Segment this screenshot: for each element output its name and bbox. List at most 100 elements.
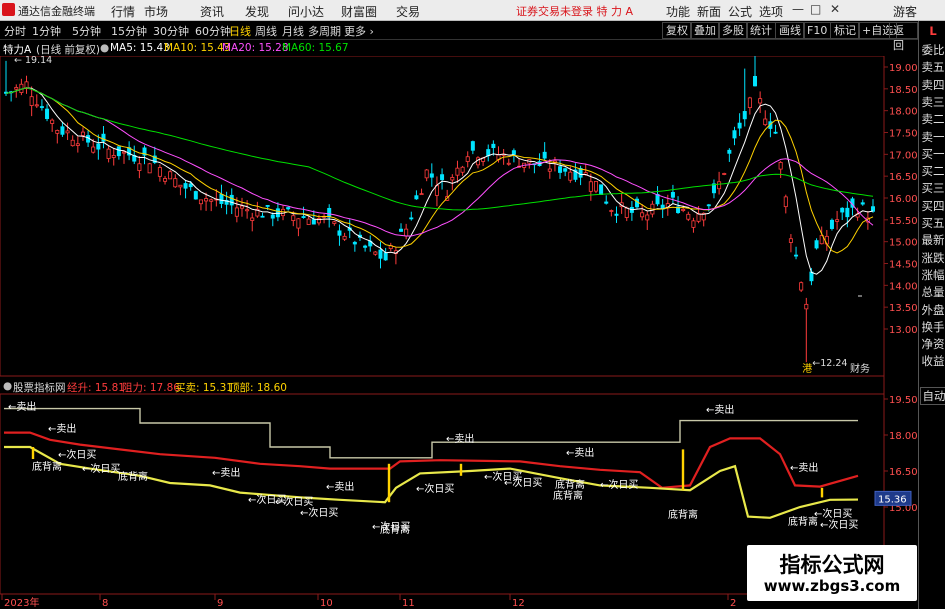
menu-quotes[interactable]: 行情: [111, 3, 135, 20]
btn-back[interactable]: 返回: [889, 22, 918, 52]
sidebar-item-2[interactable]: 卖五: [920, 59, 945, 75]
menu-discover[interactable]: 发现: [245, 3, 269, 20]
btn-overlay[interactable]: 叠加: [690, 22, 720, 39]
menu-formula[interactable]: 公式: [728, 3, 752, 20]
low-annotation: ←12.24: [812, 358, 847, 369]
sidebar-item-16[interactable]: 外盘: [920, 302, 945, 318]
sidebar-item-10[interactable]: 买四: [920, 198, 945, 214]
tab-30min[interactable]: 30分钟: [153, 23, 189, 39]
sidebar-item-6[interactable]: 卖一: [920, 129, 945, 145]
signal-label-bottom_div: 底背离: [668, 508, 698, 521]
candle-body: [260, 215, 265, 218]
tab-15min[interactable]: 15分钟: [111, 23, 147, 39]
price-label: 17.00: [889, 150, 918, 161]
sidebar-item-13[interactable]: 涨跌: [920, 250, 945, 266]
candle-body: [840, 207, 845, 213]
candle-body: [706, 204, 711, 207]
candle-body: [696, 213, 701, 222]
btn-statistics[interactable]: 统计: [746, 22, 776, 39]
menu-options[interactable]: 选项: [759, 3, 783, 20]
settings-icon[interactable]: ●: [100, 42, 109, 54]
signal-label-sell: ←卖出: [48, 422, 76, 435]
candle-body: [429, 173, 434, 178]
menu-new-page[interactable]: 新面: [697, 3, 721, 20]
sidebar-item-19[interactable]: 收益: [920, 353, 945, 369]
candle-body: [727, 149, 732, 154]
ma20-line: [5, 87, 874, 237]
btn-restore-rights[interactable]: 复权: [662, 22, 692, 39]
watermark-url: www.zbgs3.com: [763, 577, 901, 595]
btn-multi-stock[interactable]: 多股: [718, 22, 748, 39]
ind-axis-label: 18.00: [889, 431, 918, 442]
sidebar-badge[interactable]: L: [920, 23, 945, 39]
tab-multi-period[interactable]: 多周期: [308, 23, 341, 39]
close-icon[interactable]: ✕: [830, 2, 840, 16]
signal-label-buy_next: ←次日买: [82, 462, 120, 475]
btn-draw[interactable]: 画线: [775, 22, 805, 39]
menu-trade[interactable]: 交易: [396, 3, 420, 20]
signal-label-buy_next: ←次日买: [372, 520, 410, 533]
kline-chart[interactable]: ← 19.14 ←12.24港 财务 19.00 18.50 18.00 17.50 17.…: [0, 56, 918, 609]
menu-xiaoda[interactable]: 问小达: [288, 3, 324, 20]
signal-label-bottom_div: 底背离: [555, 478, 585, 491]
tab-5min[interactable]: 5分钟: [72, 23, 101, 39]
sidebar-item-5[interactable]: 卖二: [920, 111, 945, 127]
ma10-value: MA10: 15.43: [164, 42, 231, 54]
sidebar-item-20[interactable]: 自动: [920, 387, 945, 405]
candle-body: [778, 162, 783, 170]
fin-tag: 财务: [850, 362, 870, 375]
tab-more[interactable]: 更多 ›: [344, 23, 374, 39]
signal-label-bottom_div: 底背离: [553, 489, 583, 502]
maximize-icon[interactable]: □: [810, 2, 821, 16]
menu-market[interactable]: 市场: [144, 3, 168, 20]
sidebar-item-12[interactable]: 最新: [920, 232, 945, 248]
menu-function[interactable]: 功能: [666, 3, 690, 20]
menu-fortune[interactable]: 财富圈: [341, 3, 377, 20]
sidebar-item-7[interactable]: 买一: [920, 146, 945, 162]
time-label: 9: [217, 598, 223, 609]
candle-body: [204, 198, 209, 202]
sidebar-item-8[interactable]: 买二: [920, 163, 945, 179]
sidebar-item-1[interactable]: 委比: [920, 42, 945, 58]
tab-1min[interactable]: 1分钟: [32, 23, 61, 39]
login-notice[interactable]: 证券交易未登录 特 力 A: [516, 3, 633, 19]
sidebar-item-15[interactable]: 总量: [920, 284, 945, 300]
tab-daily[interactable]: 日线: [229, 23, 251, 39]
resist-value: 阻力: 17.86: [122, 382, 180, 394]
sidebar-item-9[interactable]: 买三: [920, 180, 945, 196]
candle-body: [296, 218, 301, 229]
candle-body: [106, 148, 111, 159]
signal-label-bottom_div: 底背离: [118, 470, 148, 483]
candle-body: [378, 249, 383, 259]
candle-body: [609, 210, 614, 212]
candle-body: [245, 209, 250, 212]
candle-body: [14, 87, 19, 90]
btn-f10[interactable]: F10: [803, 22, 832, 39]
tab-monthly[interactable]: 月线: [282, 23, 304, 39]
signal-label-bottom_div: 底背离: [32, 460, 62, 473]
candle-body: [188, 183, 193, 188]
signal-label-sell: ←卖出: [790, 461, 818, 474]
current-value-text: 15.36: [878, 494, 907, 505]
candle-body: [717, 181, 722, 190]
signal-label-buy_next: ←次日买: [814, 507, 852, 520]
sidebar-item-4[interactable]: 卖三: [920, 94, 945, 110]
sidebar-item-17[interactable]: 换手: [920, 319, 945, 335]
sidebar-item-3[interactable]: 卖四: [920, 77, 945, 93]
sidebar-item-14[interactable]: 涨幅: [920, 267, 945, 283]
tab-timeshare[interactable]: 分时: [4, 23, 26, 39]
minimize-icon[interactable]: —: [792, 2, 804, 16]
sidebar-item-11[interactable]: 买五: [920, 215, 945, 231]
candle-body: [788, 238, 793, 243]
user-guest[interactable]: 游客: [893, 3, 917, 20]
candle-body: [845, 207, 850, 218]
sidebar-item-18[interactable]: 净资: [920, 336, 945, 352]
tab-weekly[interactable]: 周线: [255, 23, 277, 39]
btn-mark[interactable]: 标记: [830, 22, 860, 39]
tab-60min[interactable]: 60分钟: [195, 23, 231, 39]
indicator-settings-icon[interactable]: ●: [3, 380, 12, 392]
stock-name: 特力A: [3, 44, 32, 56]
candle-body: [286, 207, 291, 210]
candle-body: [265, 205, 270, 207]
menu-news[interactable]: 资讯: [200, 3, 224, 20]
